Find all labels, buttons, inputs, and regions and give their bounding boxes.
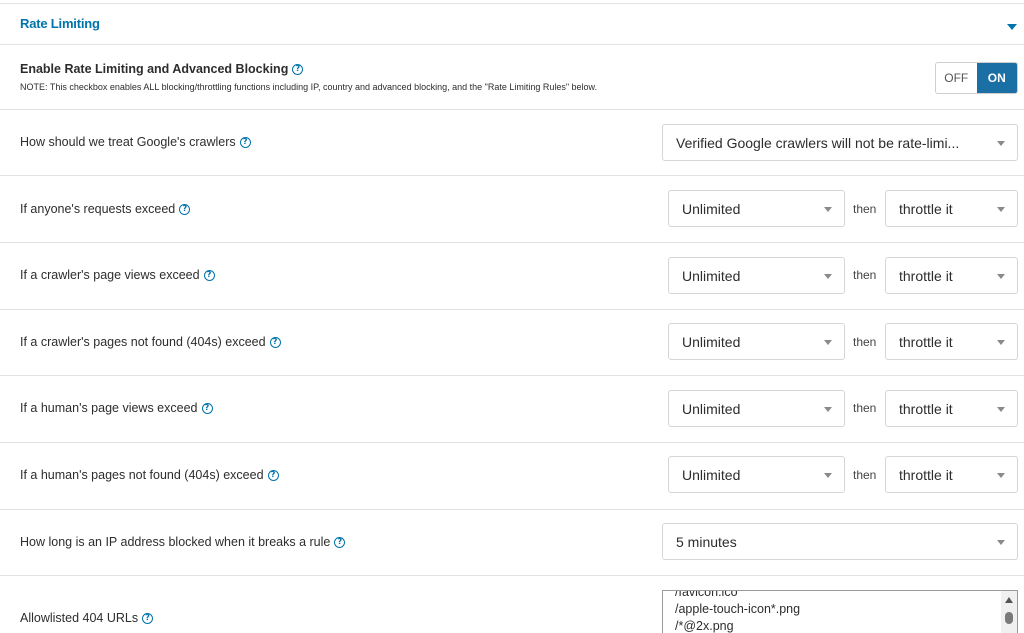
allowlist-line: /*@2x.png	[675, 619, 734, 633]
rule-limit-select[interactable]: Unlimited	[668, 390, 845, 427]
then-label: then	[853, 268, 877, 282]
help-icon[interactable]: ?	[267, 469, 279, 481]
chevron-down-icon	[997, 540, 1005, 545]
rule-label-text: If a human's page views exceed	[20, 401, 198, 415]
rule-limit-value: Unlimited	[682, 267, 741, 284]
google-crawlers-label-text: How should we treat Google's crawlers	[20, 135, 236, 149]
rule-label: If a human's page views exceed ?	[20, 401, 213, 415]
rule-action-select[interactable]: throttle it	[885, 190, 1018, 227]
help-icon[interactable]: ?	[239, 136, 251, 148]
help-icon[interactable]: ?	[292, 63, 304, 75]
help-icon[interactable]: ?	[201, 402, 213, 414]
rule-action-select[interactable]: throttle it	[885, 257, 1018, 294]
help-icon[interactable]: ?	[179, 203, 191, 215]
enable-toggle[interactable]: OFF ON	[935, 62, 1018, 94]
chevron-down-icon	[824, 274, 832, 279]
rule-action-value: throttle it	[899, 267, 953, 284]
then-label: then	[853, 202, 877, 216]
rule-action-value: throttle it	[899, 400, 953, 417]
section-title: Rate Limiting	[20, 16, 100, 31]
enable-row: Enable Rate Limiting and Advanced Blocki…	[0, 45, 1024, 110]
chevron-down-icon	[997, 407, 1005, 412]
block-duration-value: 5 minutes	[676, 533, 737, 550]
block-duration-row: How long is an IP address blocked when i…	[0, 510, 1024, 576]
rule-action-select[interactable]: throttle it	[885, 456, 1018, 493]
rule-label-text: If a crawler's pages not found (404s) ex…	[20, 335, 266, 349]
enable-note: NOTE: This checkbox enables ALL blocking…	[20, 82, 598, 92]
section-header[interactable]: Rate Limiting	[0, 4, 1024, 45]
rule-label-text: If a crawler's page views exceed	[20, 268, 200, 282]
google-crawlers-row: How should we treat Google's crawlers ? …	[0, 110, 1024, 176]
then-label: then	[853, 335, 877, 349]
block-duration-label-text: How long is an IP address blocked when i…	[20, 535, 331, 549]
block-duration-label: How long is an IP address blocked when i…	[20, 535, 346, 549]
then-label: then	[853, 401, 877, 415]
allowlist-textarea[interactable]: /favicon.ico /apple-touch-icon*.png /*@2…	[662, 590, 1018, 633]
toggle-on-button[interactable]: ON	[976, 63, 1017, 93]
rule-limit-select[interactable]: Unlimited	[668, 456, 845, 493]
rule-limit-value: Unlimited	[682, 466, 741, 483]
chevron-down-icon	[997, 473, 1005, 478]
rule-row: If a human's pages not found (404s) exce…	[0, 443, 1024, 510]
rate-limiting-panel: Rate Limiting Enable Rate Limiting and A…	[0, 0, 1024, 633]
rule-label: If anyone's requests exceed ?	[20, 202, 191, 216]
chevron-down-icon	[997, 274, 1005, 279]
rule-limit-value: Unlimited	[682, 400, 741, 417]
rule-action-select[interactable]: throttle it	[885, 323, 1018, 360]
help-icon[interactable]: ?	[142, 612, 154, 624]
rule-action-value: throttle it	[899, 333, 953, 350]
chevron-down-icon	[824, 407, 832, 412]
then-label: then	[853, 468, 877, 482]
help-icon[interactable]: ?	[269, 336, 281, 348]
textarea-scrollbar[interactable]	[1001, 591, 1017, 633]
rule-limit-select[interactable]: Unlimited	[668, 190, 845, 227]
chevron-down-icon	[997, 207, 1005, 212]
chevron-down-icon	[997, 340, 1005, 345]
block-duration-select[interactable]: 5 minutes	[662, 523, 1018, 560]
rule-label: If a human's pages not found (404s) exce…	[20, 468, 279, 482]
help-icon[interactable]: ?	[203, 269, 215, 281]
chevron-down-icon	[824, 340, 832, 345]
scroll-up-arrow-icon[interactable]	[1005, 597, 1013, 603]
rule-label-text: If anyone's requests exceed	[20, 202, 176, 216]
rule-row: If a crawler's pages not found (404s) ex…	[0, 310, 1024, 376]
scroll-thumb[interactable]	[1005, 612, 1013, 624]
enable-title: Enable Rate Limiting and Advanced Blocki…	[20, 62, 304, 76]
chevron-down-icon	[824, 473, 832, 478]
chevron-down-icon	[997, 141, 1005, 146]
allowlist-line: /apple-touch-icon*.png	[675, 602, 801, 616]
rule-limit-select[interactable]: Unlimited	[668, 257, 845, 294]
google-crawlers-select[interactable]: Verified Google crawlers will not be rat…	[662, 124, 1018, 161]
rule-label-text: If a human's pages not found (404s) exce…	[20, 468, 264, 482]
collapse-caret-icon[interactable]	[1007, 24, 1017, 30]
rule-limit-select[interactable]: Unlimited	[668, 323, 845, 360]
rule-action-value: throttle it	[899, 466, 953, 483]
allowlist-line: /favicon.ico	[675, 590, 738, 599]
google-crawlers-label: How should we treat Google's crawlers ?	[20, 135, 251, 149]
google-crawlers-value: Verified Google crawlers will not be rat…	[676, 134, 960, 151]
toggle-off-button[interactable]: OFF	[936, 63, 977, 93]
rule-action-value: throttle it	[899, 200, 953, 217]
help-icon[interactable]: ?	[334, 536, 346, 548]
rule-row: If a human's page views exceed ? Unlimit…	[0, 376, 1024, 443]
rule-limit-value: Unlimited	[682, 200, 741, 217]
chevron-down-icon	[824, 207, 832, 212]
rule-action-select[interactable]: throttle it	[885, 390, 1018, 427]
rule-label: If a crawler's pages not found (404s) ex…	[20, 335, 281, 349]
allowlist-label-text: Allowlisted 404 URLs	[20, 611, 139, 625]
allowlist-label: Allowlisted 404 URLs ?	[20, 611, 154, 625]
rule-limit-value: Unlimited	[682, 333, 741, 350]
rule-row: If anyone's requests exceed ? Unlimited …	[0, 176, 1024, 243]
rule-label: If a crawler's page views exceed ?	[20, 268, 215, 282]
rule-row: If a crawler's page views exceed ? Unlim…	[0, 243, 1024, 310]
enable-title-text: Enable Rate Limiting and Advanced Blocki…	[20, 62, 289, 76]
